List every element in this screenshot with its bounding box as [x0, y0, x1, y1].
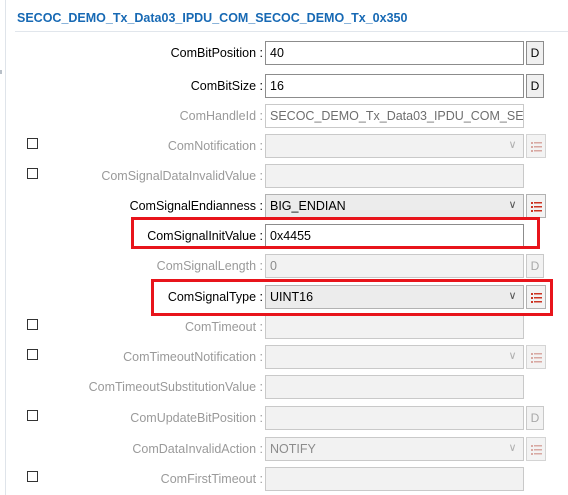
com-signal-endianness-select[interactable]: BIG_ENDIAN ∨	[265, 194, 524, 218]
com-notification-label: ComNotification :	[167, 139, 263, 153]
row-com-update-bit-position: ComUpdateBitPosition : D	[0, 406, 568, 432]
row-com-timeout-notification: ComTimeoutNotification : ∨	[0, 345, 568, 371]
com-timeout-notification-select[interactable]: ∨	[265, 345, 524, 369]
com-first-timeout-checkbox[interactable]	[27, 471, 38, 482]
row-com-timeout: ComTimeout :	[0, 315, 568, 341]
row-com-signal-data-invalid-value: ComSignalDataInvalidValue :	[0, 164, 568, 190]
com-signal-endianness-value: BIG_ENDIAN	[270, 199, 346, 213]
com-timeout-checkbox[interactable]	[27, 319, 38, 330]
com-update-bit-position-checkbox[interactable]	[27, 410, 38, 421]
row-com-bit-size: ComBitSize : 16 D	[0, 74, 568, 100]
chevron-down-icon: ∨	[508, 139, 517, 151]
com-signal-type-value: UINT16	[270, 290, 314, 304]
com-notification-list-button[interactable]	[526, 134, 546, 158]
com-data-invalid-action-label: ComDataInvalidAction :	[132, 442, 263, 456]
com-signal-type-label: ComSignalType :	[167, 290, 263, 304]
row-com-handle-id: ComHandleId : SECOC_DEMO_Tx_Data03_IPDU_…	[0, 104, 568, 130]
com-timeout-label: ComTimeout :	[184, 320, 263, 334]
row-com-notification: ComNotification : ∨	[0, 134, 568, 160]
list-icon	[531, 142, 542, 152]
com-signal-length-input[interactable]: 0	[265, 254, 524, 278]
com-update-bit-position-default-button[interactable]: D	[526, 406, 544, 430]
com-signal-init-value-label: ComSignalInitValue :	[147, 229, 263, 243]
com-update-bit-position-label: ComUpdateBitPosition :	[130, 411, 263, 425]
chevron-down-icon: ∨	[508, 350, 517, 362]
chevron-down-icon: ∨	[508, 442, 517, 454]
title-divider	[15, 31, 568, 32]
com-bit-position-input[interactable]: 40	[265, 41, 524, 65]
com-bit-position-label: ComBitPosition :	[170, 46, 263, 60]
com-signal-length-default-button[interactable]: D	[526, 254, 544, 278]
com-notification-checkbox[interactable]	[27, 138, 38, 149]
com-bit-size-input[interactable]: 16	[265, 74, 524, 98]
row-com-signal-length: ComSignalLength : 0 D	[0, 254, 568, 280]
com-handle-id-field: SECOC_DEMO_Tx_Data03_IPDU_COM_SECO	[265, 104, 524, 128]
list-icon	[531, 353, 542, 363]
com-timeout-notification-label: ComTimeoutNotification :	[123, 350, 263, 364]
com-data-invalid-action-list-button[interactable]	[526, 437, 546, 461]
row-com-bit-position: ComBitPosition : 40 D	[0, 41, 568, 67]
com-timeout-substitution-value-input[interactable]	[265, 375, 524, 399]
com-signal-data-invalid-value-input[interactable]	[265, 164, 524, 188]
row-com-signal-endianness: ComSignalEndianness : BIG_ENDIAN ∨	[0, 194, 568, 220]
com-timeout-notification-list-button[interactable]	[526, 345, 546, 369]
com-data-invalid-action-value: NOTIFY	[270, 442, 316, 456]
com-timeout-notification-checkbox[interactable]	[27, 349, 38, 360]
com-bit-position-default-button[interactable]: D	[526, 41, 544, 65]
com-first-timeout-label: ComFirstTimeout :	[160, 472, 263, 486]
com-signal-length-label: ComSignalLength :	[156, 259, 263, 273]
com-signal-endianness-list-button[interactable]	[526, 194, 546, 218]
com-update-bit-position-input[interactable]	[265, 406, 524, 430]
row-com-first-timeout: ComFirstTimeout :	[0, 467, 568, 493]
row-com-data-invalid-action: ComDataInvalidAction : NOTIFY ∨	[0, 437, 568, 463]
chevron-down-icon: ∨	[508, 290, 517, 302]
chevron-down-icon: ∨	[508, 199, 517, 211]
com-first-timeout-input[interactable]	[265, 467, 524, 491]
com-bit-size-default-button[interactable]: D	[526, 74, 544, 98]
com-timeout-substitution-value-label: ComTimeoutSubstitutionValue :	[88, 380, 263, 394]
com-notification-select[interactable]: ∨	[265, 134, 524, 158]
list-icon	[531, 293, 542, 303]
com-signal-data-invalid-value-checkbox[interactable]	[27, 168, 38, 179]
com-timeout-input[interactable]	[265, 315, 524, 339]
row-com-signal-type: ComSignalType : UINT16 ∨	[0, 285, 568, 311]
list-icon	[531, 202, 542, 212]
com-signal-type-select[interactable]: UINT16 ∨	[265, 285, 524, 309]
com-data-invalid-action-select[interactable]: NOTIFY ∨	[265, 437, 524, 461]
row-com-timeout-substitution-value: ComTimeoutSubstitutionValue :	[0, 375, 568, 401]
com-handle-id-label: ComHandleId :	[179, 109, 263, 123]
com-signal-type-list-button[interactable]	[526, 285, 546, 309]
com-signal-endianness-label: ComSignalEndianness :	[129, 199, 263, 213]
page-title: SECOC_DEMO_Tx_Data03_IPDU_COM_SECOC_DEMO…	[17, 11, 408, 25]
list-icon	[531, 445, 542, 455]
row-com-signal-init-value: ComSignalInitValue : 0x4455	[0, 224, 568, 250]
com-signal-init-value-input[interactable]: 0x4455	[265, 224, 524, 248]
com-bit-size-label: ComBitSize :	[190, 79, 263, 93]
com-signal-data-invalid-value-label: ComSignalDataInvalidValue :	[101, 169, 263, 183]
